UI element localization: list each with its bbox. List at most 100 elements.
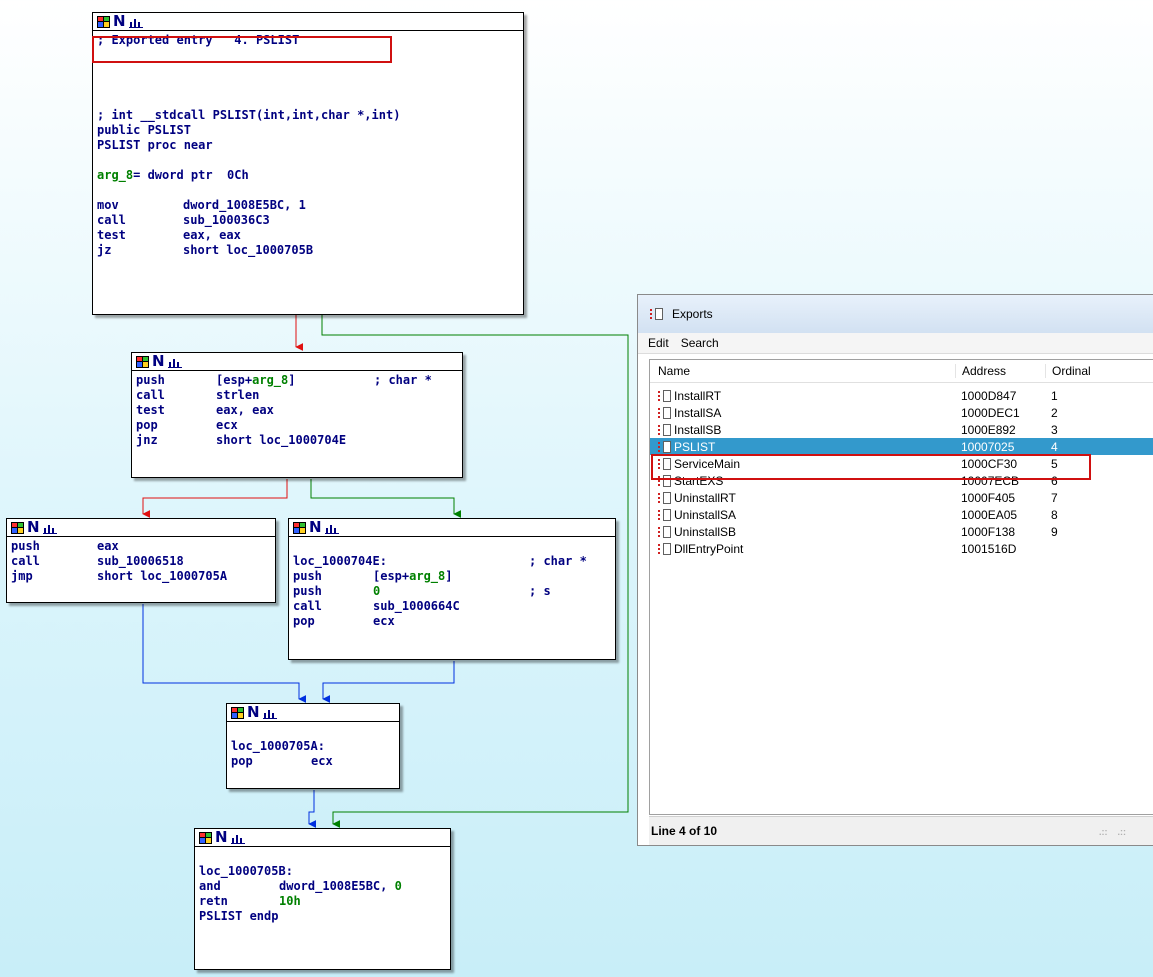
window-title-bar[interactable]: Exports [638,295,1153,333]
chart-icon[interactable] [42,522,57,534]
code-label: loc_1000704E:; char * [293,554,587,568]
export-address: 1000E892 [961,422,1016,437]
column-header-ordinal[interactable]: Ordinal [1045,364,1135,378]
color-grid-icon[interactable] [97,15,110,28]
instruction: call strlen [136,388,260,402]
export-name: PSLIST [650,440,955,454]
export-entry-icon [658,491,671,504]
graph-node-loc-1000704e[interactable]: N loc_1000704E:; char * push [esp+arg_8] … [288,518,616,660]
export-name: DllEntryPoint [650,542,955,556]
export-ordinal: 8 [1051,507,1058,522]
instruction: call sub_10006518 [11,554,184,568]
instruction: test eax, eax [97,228,241,242]
exports-icon [650,308,663,320]
code-label: loc_1000705B: [199,864,293,878]
graph-node-call-sub[interactable]: N push eax call sub_10006518 jmp short loc_… [6,518,276,603]
color-grid-icon[interactable] [136,355,149,368]
color-grid-icon[interactable] [199,831,212,844]
chart-icon[interactable] [167,356,182,368]
instruction: pop ecx [136,418,238,432]
export-name: InstallSB [650,423,955,437]
export-ordinal: 7 [1051,490,1058,505]
export-entry-icon [658,389,671,402]
list-header: Name Address Ordinal [650,360,1153,383]
instruction: push [esp+arg_8] [293,569,453,583]
color-grid-icon[interactable] [11,521,24,534]
export-ordinal: 1 [1051,388,1058,403]
node-n-icon[interactable]: N [215,830,228,845]
edge-node2-false [142,479,288,518]
menu-search[interactable]: Search [681,336,719,350]
node-n-icon[interactable]: N [247,705,260,720]
column-header-address[interactable]: Address [955,364,1045,378]
node-header[interactable]: N [93,13,523,31]
exports-window[interactable]: Exports Edit Search Name Address Ordinal… [637,294,1153,846]
export-address: 1000D847 [961,388,1017,403]
node-header[interactable]: N [195,829,450,847]
instruction: jz short loc_1000705B [97,243,314,257]
instruction: test eax, eax [136,403,274,417]
graph-node-strlen-check[interactable]: N push [esp+arg_8]; char * call strlen tes… [131,352,463,478]
code-label: loc_1000705A: [231,739,325,753]
export-row[interactable]: UninstallRT 1000F405 7 [650,489,1153,506]
proc-directive: PSLIST proc near [97,138,213,152]
chart-icon[interactable] [262,707,277,719]
graph-node-loc-1000705a[interactable]: N loc_1000705A: pop ecx [226,703,400,789]
chart-icon[interactable] [128,16,143,28]
export-ordinal: 2 [1051,405,1058,420]
export-row[interactable]: InstallRT 1000D847 1 [650,387,1153,404]
resize-grip-icon[interactable]: .:: .:: [1099,827,1126,837]
instruction: jnz short loc_1000704E [136,433,347,447]
instruction: pop ecx [231,754,333,768]
export-name: UninstallSB [650,525,955,539]
node-n-icon[interactable]: N [113,14,126,29]
export-ordinal: 3 [1051,422,1058,437]
selected-row-highlight [651,454,1091,480]
instruction: push [esp+arg_8]; char * [136,373,432,387]
column-header-name[interactable]: Name [650,364,955,378]
prototype-comment: ; int __stdcall PSLIST(int,int,char *,in… [97,108,401,122]
export-row[interactable]: InstallSA 1000DEC1 2 [650,404,1153,421]
menu-bar: Edit Search [638,333,1153,354]
color-grid-icon[interactable] [293,521,306,534]
export-entry-icon [658,440,671,453]
node-n-icon[interactable]: N [27,520,40,535]
chart-icon[interactable] [324,522,339,534]
color-grid-icon[interactable] [231,706,244,719]
export-row[interactable]: InstallSB 1000E892 3 [650,421,1153,438]
export-row[interactable]: DllEntryPoint 1001516D [650,540,1153,557]
export-row[interactable]: UninstallSB 1000F138 9 [650,523,1153,540]
export-entry-icon [658,508,671,521]
export-name: UninstallSA [650,508,955,522]
node-n-icon[interactable]: N [152,354,165,369]
public-directive: public PSLIST [97,123,191,137]
instruction: and dword_1008E5BC, 0 [199,879,402,893]
instruction-comment: ; char * [374,373,432,387]
instruction: retn 10h [199,894,301,908]
menu-edit[interactable]: Edit [648,336,669,350]
export-row[interactable]: PSLIST 10007025 4 [650,438,1153,455]
export-address: 1000F405 [961,490,1016,505]
instruction: push eax [11,539,119,553]
node-header[interactable]: N [132,353,462,371]
graph-node-loc-1000705b[interactable]: N loc_1000705B: and dword_1008E5BC, 0 ret… [194,828,451,970]
chart-icon[interactable] [230,832,245,844]
export-address: 1001516D [961,541,1017,556]
edge-node4-fall [322,661,455,703]
instruction: pop ecx [293,614,395,628]
export-row[interactable]: UninstallSA 1000EA05 8 [650,506,1153,523]
node-header[interactable]: N [227,704,399,722]
endp-directive: PSLIST endp [199,909,279,923]
node-n-icon[interactable]: N [309,520,322,535]
edge-node5-fall [308,790,317,828]
export-address: 1000DEC1 [961,405,1020,420]
export-name: InstallRT [650,389,955,403]
export-ordinal: 4 [1051,439,1058,454]
status-text: Line 4 of 10 [651,824,718,838]
exports-list[interactable]: Name Address Ordinal InstallRT 1000D847 1 I… [649,359,1153,815]
instruction: call sub_100036C3 [97,213,270,227]
node-header[interactable]: N [289,519,615,537]
node-header[interactable]: N [7,519,275,537]
export-name: UninstallRT [650,491,955,505]
instruction: jmp short loc_1000705A [11,569,228,583]
